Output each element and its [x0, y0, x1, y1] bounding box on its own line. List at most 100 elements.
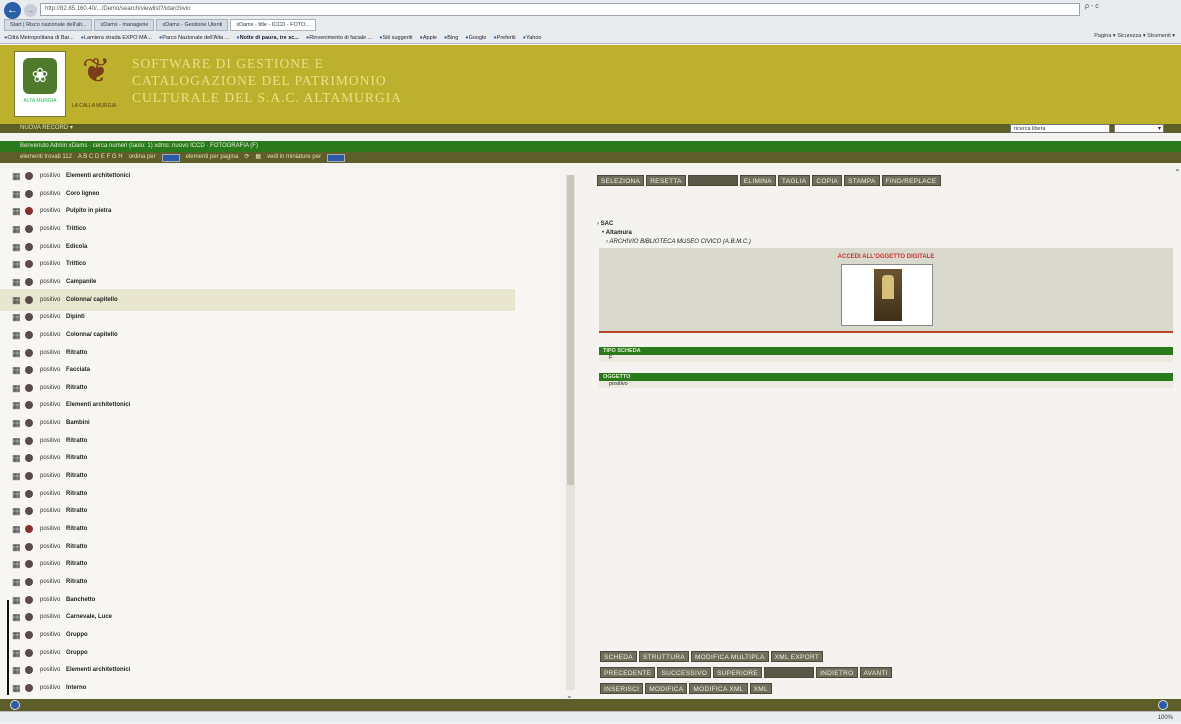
record-image-icon[interactable]: ▦ [12, 454, 21, 463]
favorite-link[interactable]: Apple [420, 32, 437, 44]
favorite-link[interactable]: Parco Nazionale dell'Alta ... [159, 32, 229, 44]
record-image-icon[interactable]: ▦ [12, 613, 21, 622]
avanti-button[interactable]: AVANTI [859, 667, 892, 678]
elimina-button[interactable]: ELIMINA [739, 175, 776, 186]
order-label: ordina per [128, 154, 156, 160]
seleziona-button[interactable]: SELEZIONA [597, 175, 645, 186]
record-image-icon[interactable]: ▦ [12, 630, 21, 640]
favorite-link[interactable]: Bing [444, 32, 458, 44]
favorite-link[interactable]: Google [465, 32, 487, 44]
favorite-link[interactable]: Yahoo [523, 32, 542, 44]
zoom-level[interactable]: 100% [1158, 715, 1173, 721]
superiore-button[interactable]: SUPERIORE [713, 667, 763, 678]
record-image-icon[interactable]: ▦ [12, 401, 21, 410]
record-image-icon[interactable]: ▦ [12, 189, 21, 199]
save-icon[interactable]: ▦ [255, 152, 261, 163]
blank-button[interactable] [687, 175, 738, 186]
favorite-link[interactable]: Città Metropolitana di Bar... [4, 32, 73, 44]
record-image-icon[interactable]: ▦ [12, 560, 21, 569]
order-select[interactable] [161, 153, 180, 162]
address-bar[interactable]: http://82.85.160.40/.../Demo/search/view… [40, 3, 1080, 16]
footer-left-icon[interactable] [10, 700, 20, 710]
record-image-icon[interactable]: ▦ [12, 666, 21, 675]
favorite-link[interactable]: Preferiti [493, 32, 516, 44]
view-mode-select[interactable] [327, 153, 346, 162]
copia-button[interactable]: COPIA [812, 175, 843, 186]
record-image-icon[interactable]: ▦ [12, 489, 21, 499]
favorite-link[interactable]: Notte di paura, tre sc... [236, 32, 299, 44]
record-image-icon[interactable]: ▦ [12, 295, 21, 305]
record-image-icon[interactable]: ▦ [12, 313, 21, 322]
digital-object-link[interactable]: ACCEDI ALL'OGGETTO DIGITALE [599, 254, 1173, 260]
record-image-icon[interactable]: ▦ [12, 436, 21, 446]
record-image-icon[interactable]: ▦ [12, 525, 21, 534]
modifica-multipla-button[interactable]: MODIFICA MULTIPLA [690, 651, 769, 662]
struttura-button[interactable]: STRUTTURA [638, 651, 689, 662]
favorite-link[interactable]: Siti suggeriti [379, 32, 413, 44]
find-replace-button[interactable]: FIND/REPLACE [881, 175, 941, 186]
record-image-icon[interactable]: ▦ [12, 224, 21, 234]
record-image-icon[interactable]: ▦ [12, 348, 21, 358]
favorite-link[interactable]: Lamiera strada EXPO MA... [81, 32, 152, 44]
quick-search-input[interactable]: ricerca libera [1010, 124, 1110, 133]
refresh-icon[interactable]: ⟳ [244, 152, 249, 163]
footer-right-icon[interactable] [1158, 700, 1168, 710]
record-image-icon[interactable]: ▦ [12, 542, 21, 552]
record-image-icon[interactable]: ▦ [12, 472, 21, 481]
indietro-button[interactable]: INDIETRO [816, 667, 858, 678]
xml-button[interactable]: XML [749, 683, 772, 694]
tree-node-archive[interactable]: › ARCHIVIO BIBLIOTECA MUSEO CIVICO (A.B.… [597, 238, 751, 247]
alphabet-filter[interactable]: A B C D E F G H [78, 152, 123, 163]
modifica-button[interactable]: MODIFICA [645, 683, 688, 694]
list-scrollbar-thumb[interactable] [567, 175, 574, 485]
browser-tab[interactable]: xDams - Gestione Utenti [156, 19, 229, 31]
record-image-icon[interactable]: ▦ [12, 207, 21, 216]
list-row[interactable]: ▦ positivo Interno [0, 677, 560, 698]
taglia-button[interactable]: TAGLIA [777, 175, 811, 186]
blank-button[interactable] [764, 667, 815, 678]
record-image-icon[interactable]: ▦ [12, 330, 21, 340]
separator-line [599, 331, 1173, 333]
record-image-icon[interactable]: ▦ [12, 260, 21, 269]
browser-tab[interactable]: Start | Risco nazionale dell'alt... [4, 19, 93, 31]
record-image-icon[interactable]: ▦ [12, 648, 21, 658]
record-image-icon[interactable]: ▦ [12, 383, 21, 393]
scheda-button[interactable]: SCHEDA [600, 651, 637, 662]
address-search-icon[interactable]: ρ - c [1085, 3, 1099, 10]
list-toolbar: elementi trovati 112 A B C D E F G H ord… [0, 152, 1181, 163]
archive-tree: › SAC • Altamura › ARCHIVIO BIBLIOTECA M… [597, 220, 751, 247]
inserisci-button[interactable]: INSERISCI [600, 683, 644, 694]
xml-export-button[interactable]: XML EXPORT [770, 651, 824, 662]
sac-logo: ❦ LA CALLA MURGIA [72, 51, 126, 117]
browser-tab[interactable]: xDams - title - ICCD - FOTO... [230, 19, 316, 31]
new-record-menu[interactable]: NUOVA RECORD ▾ [20, 124, 73, 133]
record-image-icon[interactable]: ▦ [12, 595, 21, 605]
detail-scroll-up-icon[interactable]: ⌃ [1174, 168, 1181, 177]
tree-node-root[interactable]: › SAC [597, 220, 751, 229]
precedente-button[interactable]: PRECEDENTE [600, 667, 656, 678]
successivo-button[interactable]: SUCCESSIVO [657, 667, 712, 678]
row-oggetto[interactable]: Interno [66, 677, 86, 698]
record-image-icon[interactable]: ▦ [12, 577, 21, 587]
favorite-link[interactable]: Rinvenimento di faciale ... [306, 32, 372, 44]
record-image-icon[interactable]: ▦ [12, 683, 21, 693]
record-image-icon[interactable]: ▦ [12, 277, 21, 287]
stampa-button[interactable]: STAMPA [844, 175, 880, 186]
record-image-icon[interactable]: ▦ [12, 366, 21, 375]
resetta-button[interactable]: RESETTA [646, 175, 686, 186]
list-scrollbar[interactable]: ⌄ [566, 175, 575, 700]
status-dot-icon [25, 260, 33, 269]
record-image-icon[interactable]: ▦ [12, 242, 21, 252]
browser-tab[interactable]: xDams - managerie [94, 19, 155, 31]
record-image-icon[interactable]: ▦ [12, 507, 21, 516]
modifica-xml-button[interactable]: MODIFICA XML [689, 683, 748, 694]
forward-icon[interactable]: → [24, 4, 37, 17]
record-image-icon[interactable]: ▦ [12, 172, 21, 181]
browser-command-bar[interactable]: Pagina ▾ Sicurezza ▾ Strumenti ▾ [1094, 33, 1175, 39]
tree-node-city[interactable]: • Altamura [597, 229, 751, 238]
record-image-icon[interactable]: ▦ [12, 419, 21, 428]
back-icon[interactable]: ← [4, 2, 21, 19]
image-thumbnail[interactable] [841, 264, 933, 326]
detail-bottom-row-3: INSERISCI MODIFICA MODIFICA XML XML [600, 683, 772, 694]
quick-search-select[interactable]: ▾ [1114, 124, 1164, 133]
